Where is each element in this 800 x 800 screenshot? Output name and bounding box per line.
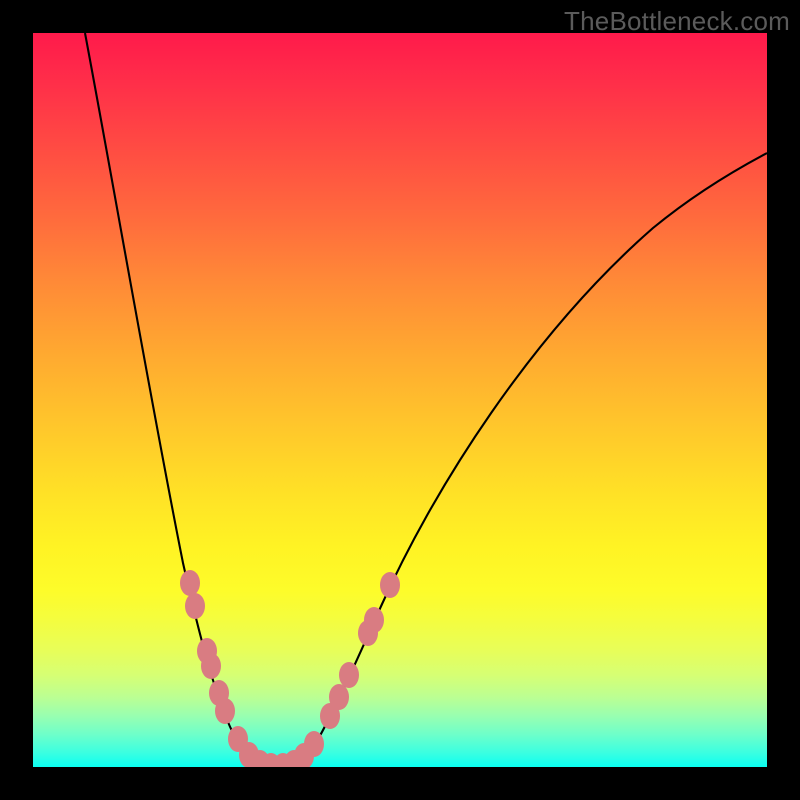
scatter-dots <box>180 570 400 767</box>
plot-area <box>33 33 767 767</box>
scatter-dot <box>364 607 384 633</box>
chart-frame: TheBottleneck.com <box>0 0 800 800</box>
scatter-dot <box>215 698 235 724</box>
scatter-dot <box>329 684 349 710</box>
scatter-dot <box>339 662 359 688</box>
watermark-text: TheBottleneck.com <box>564 6 790 37</box>
chart-svg <box>33 33 767 767</box>
scatter-dot <box>201 653 221 679</box>
curve-left-branch <box>85 33 283 766</box>
scatter-dot <box>304 731 324 757</box>
scatter-dot <box>380 572 400 598</box>
scatter-dot <box>185 593 205 619</box>
scatter-dot <box>180 570 200 596</box>
